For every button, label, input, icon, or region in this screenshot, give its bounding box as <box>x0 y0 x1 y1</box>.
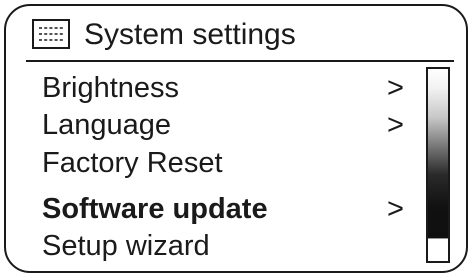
menu-item-label: Software update <box>42 193 268 225</box>
menu-item-label: Factory Reset <box>42 147 223 179</box>
menu-item-language[interactable]: Language > <box>42 105 412 145</box>
chevron-right-icon: > <box>387 72 404 104</box>
chevron-right-icon: > <box>387 193 404 225</box>
menu-item-setup-wizard[interactable]: Setup wizard <box>42 226 412 266</box>
menu-item-software-update[interactable]: Software update > <box>42 189 412 229</box>
menu-grid-icon <box>32 19 70 49</box>
menu-item-factory-reset[interactable]: Factory Reset <box>42 143 412 183</box>
chevron-right-icon: > <box>387 109 404 141</box>
menu-item-brightness[interactable]: Brightness > <box>42 68 412 108</box>
menu-item-label: Brightness <box>42 72 180 104</box>
menu-item-label: Setup wizard <box>42 230 210 262</box>
title-bar: System settings <box>26 14 454 62</box>
page-title: System settings <box>84 18 296 51</box>
scrollbar[interactable] <box>426 67 450 263</box>
menu-item-label: Language <box>42 109 172 141</box>
